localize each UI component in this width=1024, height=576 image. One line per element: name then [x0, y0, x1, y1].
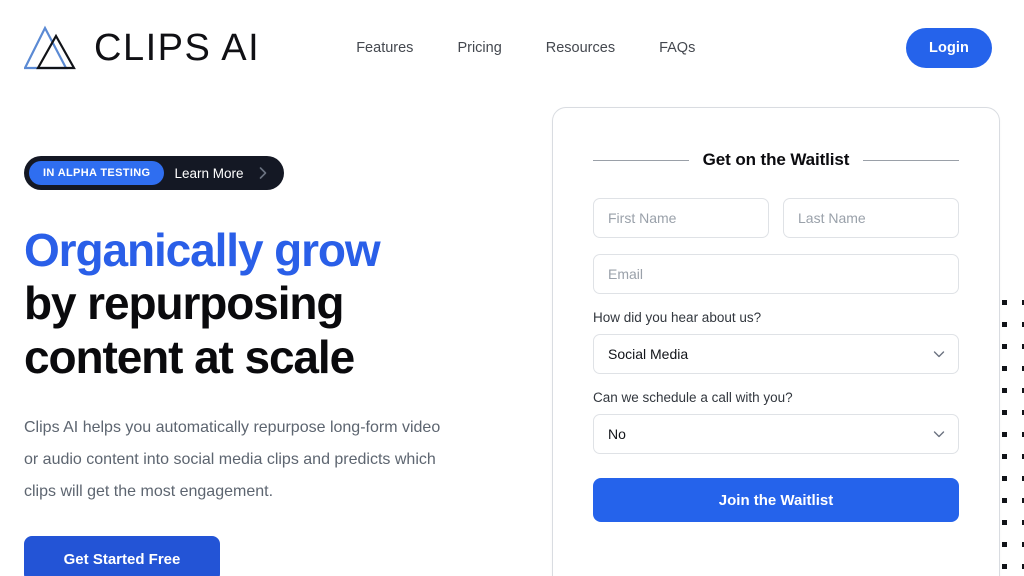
hero-subcopy: Clips AI helps you automatically repurpo… — [24, 419, 441, 501]
schedule-call-select[interactable]: No — [593, 414, 959, 454]
learn-more-label: Learn More — [174, 165, 244, 181]
name-fields-row — [593, 198, 959, 238]
waitlist-title: Get on the Waitlist — [702, 150, 850, 169]
alpha-testing-pill[interactable]: IN ALPHA TESTING Learn More — [24, 156, 284, 190]
hero-left-column: IN ALPHA TESTING Learn More Organically … — [24, 96, 504, 576]
brand-logo-link[interactable]: CLIPS AI — [24, 24, 260, 72]
schedule-call-label: Can we schedule a call with you? — [593, 390, 793, 405]
waitlist-form-card: Get on the Waitlist How did you hear abo… — [552, 107, 1000, 576]
schedule-call-field-group: Can we schedule a call with you? No — [593, 390, 959, 454]
dot-grid-dot — [1002, 564, 1007, 569]
dot-grid-dot — [1002, 542, 1007, 547]
nav-item-pricing[interactable]: Pricing — [457, 40, 501, 56]
dot-grid-dot — [1002, 388, 1007, 393]
nav-item-features[interactable]: Features — [356, 40, 413, 56]
first-name-input[interactable] — [593, 198, 769, 238]
hear-about-select[interactable]: Social Media — [593, 334, 959, 374]
dot-grid-dot — [1002, 410, 1007, 415]
schedule-call-select-wrap: No — [593, 414, 959, 454]
headline-accent-line: Organically grow — [24, 224, 381, 276]
dot-grid-dot — [1002, 322, 1007, 327]
alpha-testing-badge: IN ALPHA TESTING — [29, 161, 165, 185]
join-waitlist-button[interactable]: Join the Waitlist — [593, 478, 959, 522]
brand-wordmark: CLIPS AI — [94, 27, 261, 69]
waitlist-title-row: Get on the Waitlist — [593, 150, 960, 170]
site-header: CLIPS AI Features Pricing Resources FAQs… — [0, 0, 1024, 96]
dot-grid-dot — [1002, 454, 1007, 459]
title-rule-right — [863, 159, 960, 161]
chevron-right-icon — [259, 167, 266, 179]
email-field-group — [593, 254, 959, 294]
hero-section: IN ALPHA TESTING Learn More Organically … — [0, 96, 1024, 576]
dot-grid-dot — [1002, 344, 1007, 349]
dot-grid-dot — [1002, 476, 1007, 481]
hear-about-select-wrap: Social Media — [593, 334, 959, 374]
dot-grid-dot — [1002, 366, 1007, 371]
primary-nav: Features Pricing Resources FAQs — [356, 40, 695, 56]
dot-grid-dot — [1002, 300, 1007, 305]
hear-about-field-group: How did you hear about us? Social Media — [593, 310, 959, 374]
hero-cta-row: Get Started Free — [24, 536, 504, 576]
get-started-button[interactable]: Get Started Free — [24, 536, 220, 576]
dot-grid-dot — [1002, 432, 1007, 437]
dot-grid-dot — [1002, 520, 1007, 525]
nav-item-resources[interactable]: Resources — [546, 40, 615, 56]
hero-headline: Organically grow by repurposing content … — [24, 224, 504, 384]
email-input[interactable] — [593, 254, 959, 294]
last-name-input[interactable] — [783, 198, 959, 238]
nav-item-faqs[interactable]: FAQs — [659, 40, 695, 56]
dot-grid-decoration — [1000, 300, 1024, 576]
title-rule-left — [593, 159, 689, 161]
login-button[interactable]: Login — [906, 28, 992, 68]
hear-about-label: How did you hear about us? — [593, 310, 762, 325]
double-triangle-logo-icon — [24, 25, 76, 70]
headline-rest-line: by repurposing content at scale — [24, 277, 355, 383]
dot-grid-dot — [1002, 498, 1007, 503]
